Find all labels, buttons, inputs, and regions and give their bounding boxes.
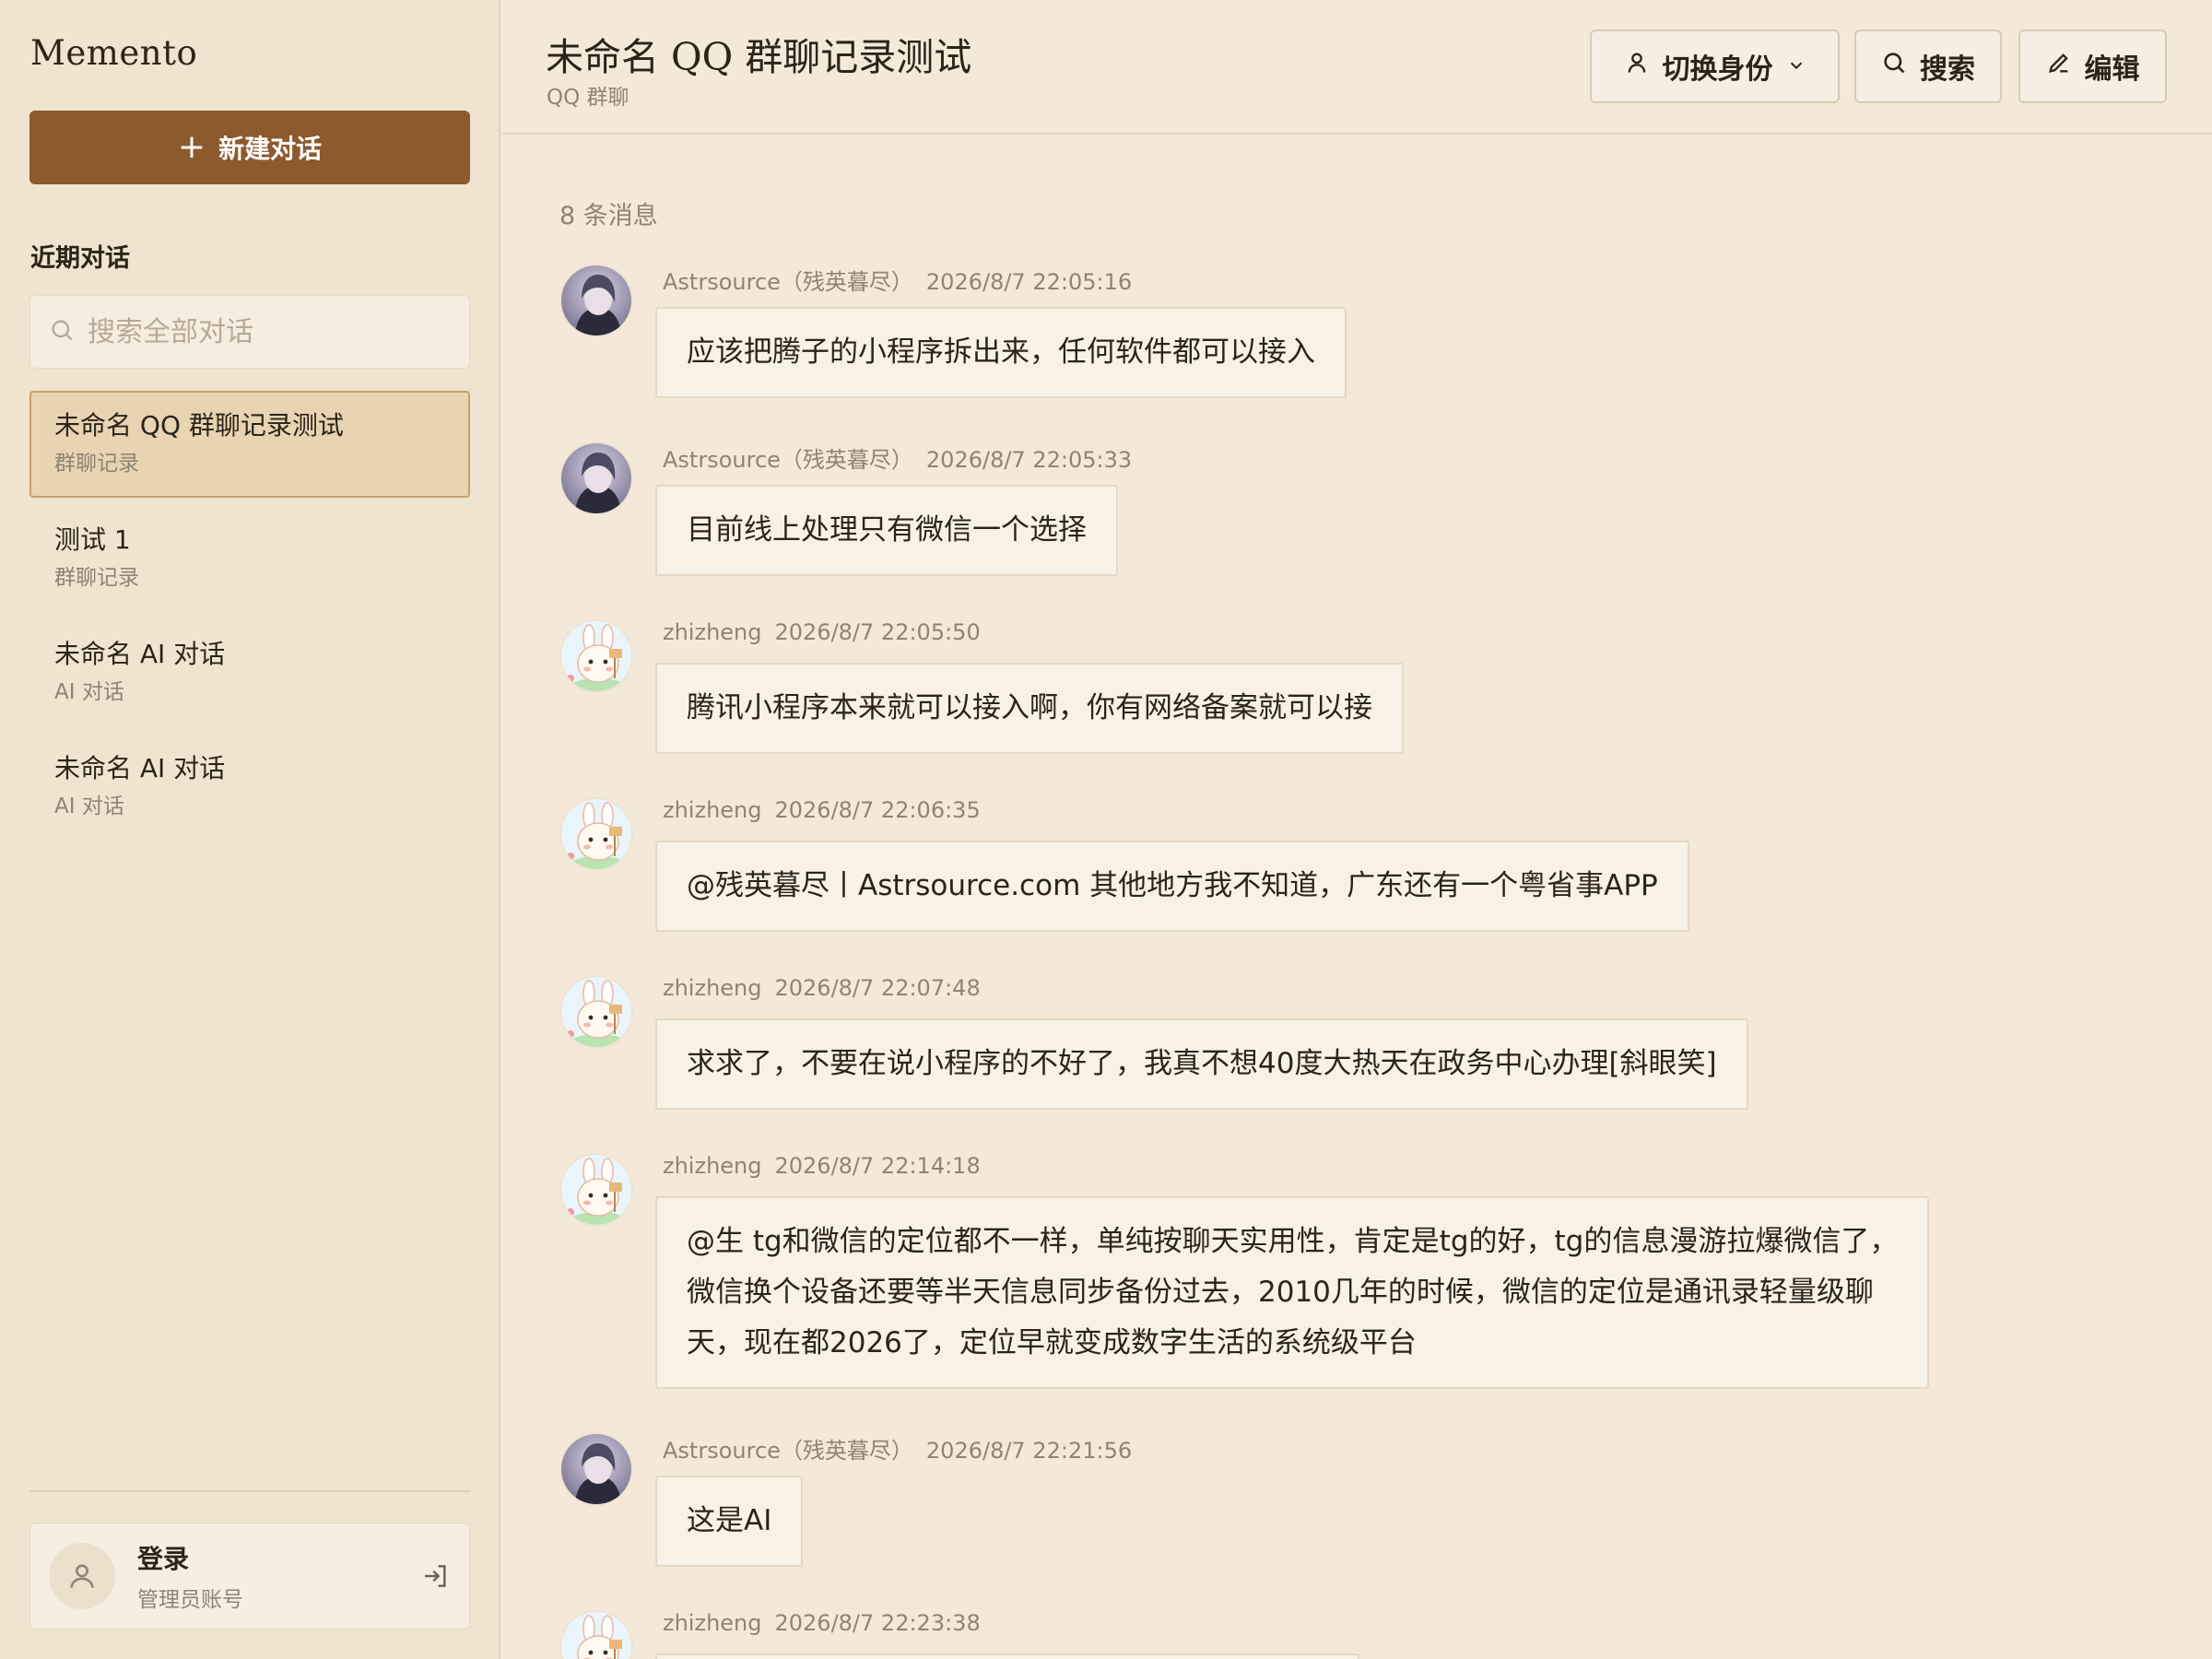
- message-text-line: 微信换个设备还要等半天信息同步备份过去，2010几年的时候，微信的定位是通讯录轻…: [687, 1276, 1874, 1309]
- conversation-title: 未命名 AI 对话: [54, 753, 226, 783]
- new-chat-label: 新建对话: [218, 134, 323, 164]
- conversation-item[interactable]: 未命名 AI 对话 AI 对话: [29, 619, 470, 726]
- message-meta: Astrsource（残英暮尽） 2026/8/7 22:05:16: [663, 264, 1132, 296]
- message-sender: zhizheng: [663, 1610, 762, 1636]
- message-meta: Astrsource（残英暮尽） 2026/8/7 22:21:56: [663, 1432, 1132, 1465]
- avatar: [559, 619, 633, 693]
- user-icon: [1624, 50, 1650, 83]
- message-meta: zhizheng 2026/8/7 22:06:35: [663, 797, 981, 823]
- switch-identity-label: 切换身份: [1662, 53, 1773, 86]
- search-icon: [1881, 50, 1907, 83]
- message-timestamp: 2026/8/7 22:07:48: [774, 975, 981, 1001]
- conversation-subtitle: 群聊记录: [54, 566, 139, 590]
- message-text-line: @生 tg和微信的定位都不一样，单纯按聊天实用性，肯定是tg的好，tg的信息漫游…: [687, 1225, 1899, 1258]
- conversation-list: 未命名 QQ 群聊记录测试 群聊记录 测试 1 群聊记录 未命名 AI 对话 A…: [29, 391, 470, 848]
- sign-in-icon: [421, 1561, 451, 1591]
- login-button[interactable]: 登录 管理员账号: [29, 1523, 470, 1630]
- app-brand: Memento: [30, 33, 198, 73]
- message-text-line: @残英暮尽丨Astrsource.com 其他地方我不知道，广东还有一个粤省事A…: [687, 869, 1658, 902]
- search-icon: [49, 317, 75, 347]
- message-sender: Astrsource（残英暮尽）: [663, 447, 913, 473]
- search-button[interactable]: 搜索: [1854, 29, 2002, 103]
- message-bubble: @残英暮尽丨Astrsource.com 其他地方我不知道，广东还有一个粤省事A…: [655, 841, 1689, 932]
- conversation-header: 未命名 QQ 群聊记录测试 QQ 群聊 切换身份 搜索 编辑: [502, 0, 2212, 135]
- plus-icon: +: [177, 128, 206, 166]
- message-count: 8 条消息: [559, 202, 658, 230]
- conversation-title: 未命名 QQ 群聊记录测试: [54, 410, 344, 441]
- message-bubble: 应该把腾子的小程序拆出来，任何软件都可以接入: [655, 307, 1347, 398]
- message-text-line: 目前线上处理只有微信一个选择: [687, 513, 1087, 547]
- conversation-subtitle: AI 对话: [54, 680, 124, 704]
- message-timestamp: 2026/8/7 22:14:18: [774, 1153, 981, 1179]
- avatar: [559, 1153, 633, 1227]
- message-bubble: 求求了，不要在说小程序的不好了，我真不想40度大热天在政务中心办理[斜眼笑]: [655, 1018, 1748, 1110]
- conversation-item[interactable]: 未命名 AI 对话 AI 对话: [29, 734, 470, 841]
- pencil-icon: [2046, 50, 2072, 83]
- message-text-line: 这是AI: [687, 1504, 772, 1537]
- message-bubble: 腾讯小程序本来就可以接入啊，你有网络备案就可以接: [655, 663, 1404, 754]
- message-bubble: @生 tg和微信的定位都不一样，单纯按聊天实用性，肯定是tg的好，tg的信息漫游…: [655, 1196, 1930, 1389]
- sidebar: Memento + 新建对话 近期对话 未命名 QQ 群聊记录测试 群聊记录 测…: [0, 0, 500, 1659]
- login-subtitle: 管理员账号: [137, 1588, 243, 1612]
- avatar: [559, 441, 633, 515]
- conversation-search: [29, 295, 470, 369]
- sidebar-divider: [29, 1490, 470, 1492]
- message-bubble: 这是AI: [655, 1476, 804, 1567]
- message-meta: zhizheng 2026/8/7 22:23:38: [663, 1610, 981, 1636]
- message-timestamp: 2026/8/7 22:05:16: [925, 269, 1133, 295]
- chevron-down-icon: [1786, 51, 1806, 83]
- login-title: 登录: [137, 1544, 190, 1574]
- avatar: [559, 975, 633, 1049]
- message-sender: Astrsource（残英暮尽）: [663, 1438, 913, 1464]
- message-meta: zhizheng 2026/8/7 22:07:48: [663, 975, 981, 1001]
- conversation-subtitle: 群聊记录: [54, 452, 139, 476]
- user-icon: [49, 1543, 115, 1609]
- message-text-line: 天，现在都2026了，定位早就变成数字生活的系统级平台: [687, 1326, 1417, 1359]
- message-sender: zhizheng: [663, 619, 762, 645]
- conversation-title: 未命名 AI 对话: [54, 639, 226, 669]
- message-text-line: 求求了，不要在说小程序的不好了，我真不想40度大热天在政务中心办理[斜眼笑]: [687, 1047, 1717, 1080]
- message-sender: zhizheng: [663, 797, 762, 823]
- message-meta: zhizheng 2026/8/7 22:05:50: [663, 619, 981, 645]
- recent-conversations-heading: 近期对话: [30, 244, 130, 273]
- avatar: [559, 264, 633, 337]
- search-label: 搜索: [1920, 53, 1975, 86]
- message-timestamp: 2026/8/7 22:05:33: [925, 447, 1133, 473]
- message-timestamp: 2026/8/7 22:23:38: [774, 1610, 981, 1636]
- message-sender: zhizheng: [663, 1153, 762, 1179]
- message-bubble: [655, 1653, 1359, 1659]
- message-timestamp: 2026/8/7 22:21:56: [925, 1438, 1133, 1464]
- main-panel: 未命名 QQ 群聊记录测试 QQ 群聊 切换身份 搜索 编辑 8 条消息 Ast…: [502, 0, 2212, 1659]
- message-text-line: 腾讯小程序本来就可以接入啊，你有网络备案就可以接: [687, 691, 1372, 724]
- message-timestamp: 2026/8/7 22:05:50: [774, 619, 981, 645]
- message-sender: zhizheng: [663, 975, 762, 1001]
- message-bubble: 目前线上处理只有微信一个选择: [655, 485, 1118, 576]
- switch-identity-button[interactable]: 切换身份: [1590, 29, 1840, 103]
- page-subtitle: QQ 群聊: [547, 86, 629, 110]
- message-timestamp: 2026/8/7 22:06:35: [774, 797, 981, 823]
- conversation-search-input[interactable]: [88, 315, 456, 348]
- message-meta: Astrsource（残英暮尽） 2026/8/7 22:05:33: [663, 441, 1132, 474]
- new-chat-button[interactable]: + 新建对话: [29, 111, 470, 184]
- conversation-title: 测试 1: [54, 524, 131, 555]
- conversation-subtitle: AI 对话: [54, 794, 124, 818]
- conversation-item-active[interactable]: 未命名 QQ 群聊记录测试 群聊记录: [29, 391, 470, 498]
- avatar: [559, 797, 633, 871]
- page-title: 未命名 QQ 群聊记录测试: [546, 35, 972, 79]
- message-meta: zhizheng 2026/8/7 22:14:18: [663, 1153, 981, 1179]
- message-text-line: 应该把腾子的小程序拆出来，任何软件都可以接入: [687, 335, 1315, 369]
- avatar: [559, 1432, 633, 1506]
- edit-label: 编辑: [2084, 53, 2140, 86]
- conversation-item[interactable]: 测试 1 群聊记录: [29, 505, 470, 612]
- avatar: [559, 1610, 633, 1659]
- edit-button[interactable]: 编辑: [2018, 29, 2167, 103]
- message-sender: Astrsource（残英暮尽）: [663, 269, 913, 295]
